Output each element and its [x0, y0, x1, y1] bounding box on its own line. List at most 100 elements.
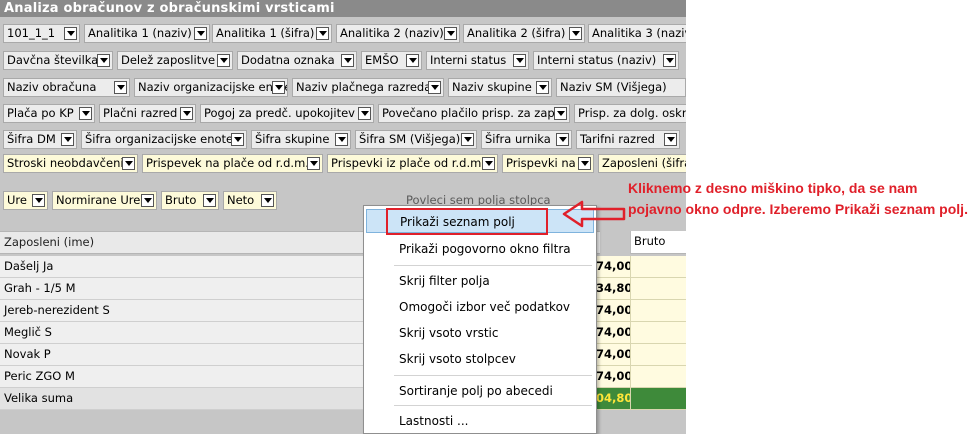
dropdown-arrow-icon[interactable]: [428, 81, 441, 94]
dropdown-arrow-icon[interactable]: [513, 54, 526, 67]
cell-empty[interactable]: [630, 366, 686, 388]
field-placa-po-kp[interactable]: Plača po KP: [3, 104, 95, 123]
field-zaposleni-sifra[interactable]: Zaposleni (šifra): [598, 154, 686, 173]
dropdown-arrow-icon[interactable]: [406, 54, 419, 67]
field-bruto[interactable]: Bruto: [161, 191, 219, 210]
dropdown-arrow-icon[interactable]: [79, 107, 92, 120]
field-sifra-urnika[interactable]: Šifra urnika: [481, 130, 572, 149]
dropdown-arrow-icon[interactable]: [569, 27, 582, 40]
dropdown-arrow-icon[interactable]: [122, 157, 135, 170]
dropdown-arrow-icon[interactable]: [556, 133, 569, 146]
dropdown-arrow-icon[interactable]: [335, 133, 348, 146]
dropdown-arrow-icon[interactable]: [358, 107, 371, 120]
dropdown-arrow-icon[interactable]: [482, 157, 495, 170]
dropdown-arrow-icon[interactable]: [307, 157, 320, 170]
cell-value[interactable]: 74,00: [596, 256, 632, 278]
dropdown-arrow-icon[interactable]: [261, 194, 274, 207]
cell-empty[interactable]: [630, 322, 686, 344]
field-naziv-placnega-razreda[interactable]: Naziv plačnega razreda: [292, 78, 444, 97]
dropdown-arrow-icon[interactable]: [554, 107, 567, 120]
menu-item-sort-fields[interactable]: Sortiranje polj po abecedi: [366, 379, 594, 403]
dropdown-arrow-icon[interactable]: [64, 27, 77, 40]
cell-empty[interactable]: [630, 300, 686, 322]
field-label: Ure: [7, 193, 27, 207]
field-interni-status-naziv[interactable]: Interni status (naziv): [533, 51, 679, 70]
cell-value[interactable]: 34,80: [596, 278, 632, 300]
field-normirane-ure[interactable]: Normirane Ure: [52, 191, 157, 210]
field-pogoj-upokojitev[interactable]: Pogoj za predč. upokojitev: [200, 104, 374, 123]
field-analitika-2-sifra[interactable]: Analitika 2 (šifra): [463, 24, 585, 43]
field-label: Šifra skupine: [255, 132, 330, 146]
cell-empty[interactable]: [630, 278, 686, 300]
menu-item-hide-row-totals[interactable]: Skrij vsoto vrstic: [366, 321, 594, 345]
field-prisp-dolg-oskrbo[interactable]: Prisp. za dolg. oskrbo: [574, 104, 686, 123]
field-sifra-sm-visjega[interactable]: Šifra SM (Višjega): [355, 130, 477, 149]
dropdown-arrow-icon[interactable]: [461, 133, 474, 146]
field-stroski-neobdavceni[interactable]: Stroski neobdavčeni: [3, 154, 138, 173]
menu-item-multi-select[interactable]: Omogoči izbor več podatkov: [366, 295, 594, 319]
field-prispevek-na-place[interactable]: Prispevek na plače od r.d.m.: [142, 154, 323, 173]
field-analitika-1-sifra[interactable]: Analitika 1 (šifra): [212, 24, 332, 43]
dropdown-arrow-icon[interactable]: [272, 81, 285, 94]
field-label: Prisp. za dolg. oskrbo: [578, 106, 686, 120]
dropdown-arrow-icon[interactable]: [316, 27, 329, 40]
dropdown-arrow-icon[interactable]: [114, 81, 127, 94]
cell-value[interactable]: 74,00: [596, 300, 632, 322]
dropdown-arrow-icon[interactable]: [61, 133, 74, 146]
dropdown-arrow-icon[interactable]: [536, 81, 549, 94]
dropdown-arrow-icon[interactable]: [578, 157, 591, 170]
field-dodatna-oznaka[interactable]: Dodatna oznaka: [237, 51, 357, 70]
field-tarifni-razred[interactable]: Tarifni razred: [576, 130, 680, 149]
field-sifra-dm[interactable]: Šifra DM: [3, 130, 77, 149]
grand-total-value[interactable]: 04,80: [596, 388, 632, 410]
field-naziv-skupine[interactable]: Naziv skupine: [448, 78, 552, 97]
field-neto[interactable]: Neto: [223, 191, 277, 210]
field-label: EMŠO: [365, 53, 399, 67]
field-naziv-sm-visjega[interactable]: Naziv SM (Višjega): [556, 78, 686, 97]
dropdown-arrow-icon[interactable]: [32, 194, 45, 207]
field-analitika-3-naziv[interactable]: Analitika 3 (naziv): [588, 24, 686, 43]
dropdown-arrow-icon[interactable]: [663, 54, 676, 67]
dropdown-arrow-icon[interactable]: [97, 54, 110, 67]
cell-value[interactable]: 74,00: [596, 366, 632, 388]
field-placni-razred[interactable]: Plačni razred: [99, 104, 196, 123]
field-povecano-placilo[interactable]: Povečano plačilo prisp. za zap.: [378, 104, 570, 123]
field-sifra-org-enote[interactable]: Šifra organizacijske enote: [81, 130, 247, 149]
cell-empty[interactable]: [630, 344, 686, 366]
field-prispevki-iz-place[interactable]: Prispevki iz plače od r.d.m.: [327, 154, 498, 173]
dropdown-arrow-icon[interactable]: [664, 133, 677, 146]
dropdown-arrow-icon[interactable]: [217, 54, 230, 67]
dropdown-arrow-icon[interactable]: [444, 27, 457, 40]
field-davcna-stevilka[interactable]: Davčna številka: [3, 51, 113, 70]
menu-item-properties[interactable]: Lastnosti ...: [366, 409, 594, 433]
field-prispevki-na[interactable]: Prispevki na: [502, 154, 594, 173]
menu-item-hide-filter-fields[interactable]: Skrij filter polja: [366, 269, 594, 293]
field-label: Stroski neobdavčeni: [7, 156, 124, 170]
cell-empty[interactable]: [630, 256, 686, 278]
dropdown-arrow-icon[interactable]: [341, 54, 354, 67]
field-delez-zaposlitve[interactable]: Delež zaposlitve: [117, 51, 233, 70]
field-ure[interactable]: Ure: [3, 191, 48, 210]
field-naziv-obracuna[interactable]: Naziv obračuna: [3, 78, 130, 97]
grand-total-cell[interactable]: [630, 388, 686, 410]
field-sifra-skupine[interactable]: Šifra skupine: [251, 130, 351, 149]
dropdown-arrow-icon[interactable]: [141, 194, 154, 207]
field-interni-status[interactable]: Interni status: [426, 51, 529, 70]
dropdown-arrow-icon[interactable]: [203, 194, 216, 207]
cell-value[interactable]: 74,00: [596, 322, 632, 344]
cell-value[interactable]: 74,00: [596, 344, 632, 366]
field-label: Naziv organizacijske enote: [138, 80, 288, 94]
dropdown-arrow-icon[interactable]: [194, 27, 207, 40]
menu-item-show-filter-dialog[interactable]: Prikaži pogovorno okno filtra: [366, 237, 594, 261]
filter-row-4: Plača po KP Plačni razred Pogoj za predč…: [0, 104, 686, 124]
field-label: Plača po KP: [7, 106, 74, 120]
field-naziv-org-enote[interactable]: Naziv organizacijske enote: [134, 78, 288, 97]
field-101-1-1[interactable]: 101_1_1: [3, 24, 80, 43]
menu-item-hide-column-totals[interactable]: Skrij vsoto stolpcev: [366, 347, 594, 371]
field-analitika-2-naziv[interactable]: Analitika 2 (naziv): [336, 24, 460, 43]
column-header-bruto[interactable]: Bruto: [630, 231, 686, 254]
field-emso[interactable]: EMŠO: [361, 51, 422, 70]
dropdown-arrow-icon[interactable]: [180, 107, 193, 120]
dropdown-arrow-icon[interactable]: [231, 133, 244, 146]
field-analitika-1-naziv[interactable]: Analitika 1 (naziv): [84, 24, 210, 43]
